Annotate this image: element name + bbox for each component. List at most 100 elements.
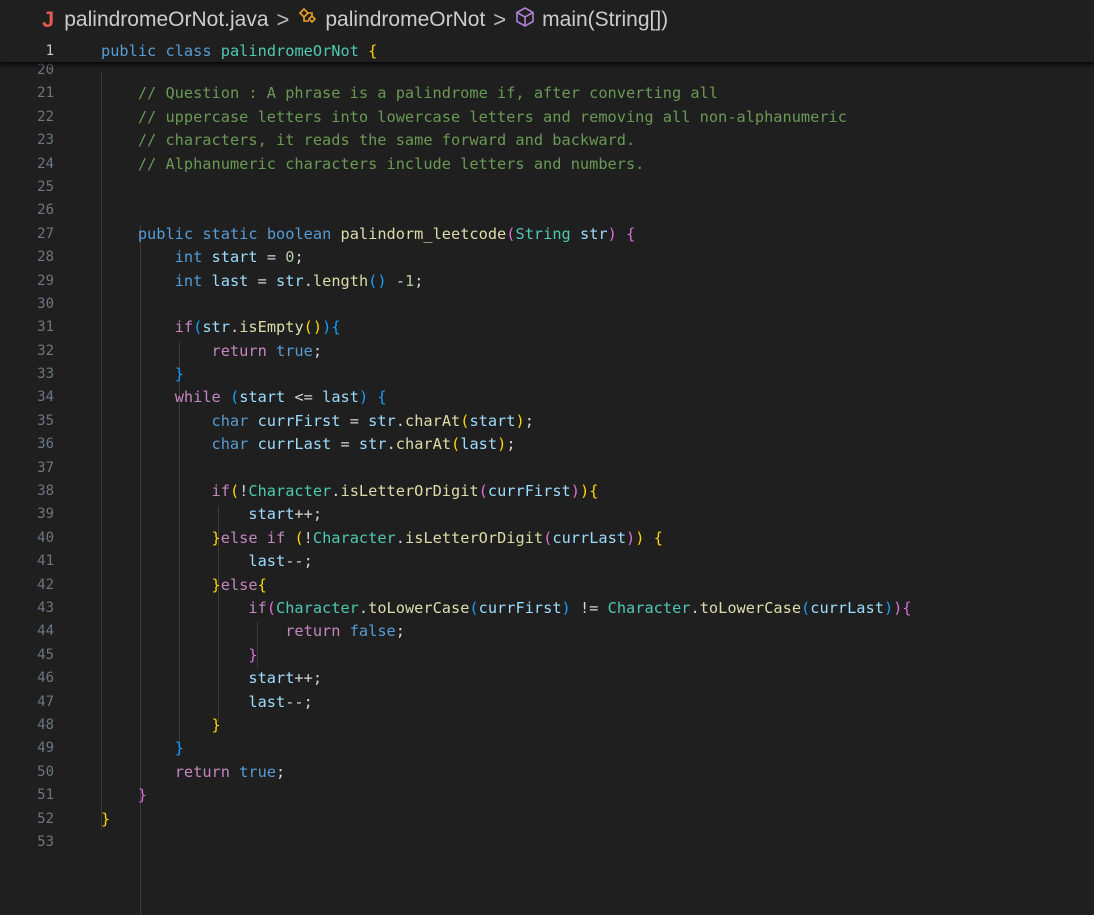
code-line[interactable]: 25 [0,176,1094,199]
code-line[interactable]: 32 return true; [0,340,1094,363]
method-cube-icon [514,6,536,34]
code-text: last--; [248,692,313,711]
code-line[interactable]: 53 [0,831,1094,854]
code-line[interactable]: 41 last--; [0,550,1094,573]
line-number: 47 [37,693,54,710]
code-line[interactable]: 38 if(!Character.isLetterOrDigit(currFir… [0,480,1094,503]
line-number: 52 [37,810,54,827]
code-line[interactable]: 47 last--; [0,691,1094,714]
code-text: // uppercase letters into lowercase lett… [137,107,847,126]
code-line[interactable]: 33 } [0,363,1094,386]
line-number: 50 [37,763,54,780]
code-line[interactable]: 43 if(Character.toLowerCase(currFirst) !… [0,597,1094,620]
line-number: 44 [37,623,54,640]
code-line[interactable]: 31 if(str.isEmpty()){ [0,316,1094,339]
code-text: if(str.isEmpty()){ [174,318,341,337]
line-number: 41 [37,553,54,570]
code-line[interactable]: 40 }else if (!Character.isLetterOrDigit(… [0,527,1094,550]
code-text: while (start <= last) { [174,388,387,407]
line-number: 22 [37,108,54,125]
code-line[interactable]: 50 return true; [0,761,1094,784]
breadcrumb: J palindromeOrNot.java > palindromeOrNot… [0,0,1094,40]
code-editor[interactable]: 20 21 // Question : A phrase is a palindr… [0,59,1094,854]
code-line[interactable]: 30 [0,293,1094,316]
code-text: // Question : A phrase is a palindrome i… [137,84,719,103]
code-line[interactable]: 27 public static boolean palindorm_leetc… [0,223,1094,246]
code-line[interactable]: 48 } [0,714,1094,737]
code-text: start++; [248,669,323,688]
line-number: 45 [37,646,54,663]
breadcrumb-class-label: palindromeOrNot [325,8,486,31]
class-icon [297,7,319,33]
code-text: } [101,809,111,828]
code-text: } [137,786,148,805]
sticky-scroll-header[interactable]: 1 public class palindromeOrNot { [0,40,1094,62]
code-text: } [211,715,221,734]
code-line[interactable]: 23 // characters, it reads the same forw… [0,129,1094,152]
code-line[interactable]: 26 [0,199,1094,222]
line-number: 20 [37,62,54,78]
code-line[interactable]: 37 [0,457,1094,480]
code-text: }else if (!Character.isLetterOrDigit(cur… [211,528,663,547]
code-text: return true; [174,762,286,781]
code-line[interactable]: 20 [0,59,1094,82]
line-number: 27 [37,225,54,242]
code-line[interactable]: 24 // Alphanumeric characters include le… [0,153,1094,176]
code-line[interactable]: 51 } [0,784,1094,807]
line-number: 29 [37,272,54,289]
code-text: } [248,645,258,664]
line-number: 38 [37,483,54,500]
code-text: int last = str.length() -1; [174,271,424,290]
code-line[interactable]: 46 start++; [0,667,1094,690]
line-number: 1 [45,43,54,59]
code-text: return false; [285,622,405,641]
code-line[interactable]: 39 start++; [0,503,1094,526]
code-text: }else{ [211,575,267,594]
code-line[interactable]: 36 char currLast = str.charAt(last); [0,433,1094,456]
code-text: char currFirst = str.charAt(start); [211,411,534,430]
code-line[interactable]: 29 int last = str.length() -1; [0,270,1094,293]
java-file-icon: J [42,7,55,32]
code-line[interactable]: 34 while (start <= last) { [0,386,1094,409]
line-number: 24 [37,155,54,172]
code-line[interactable]: 49 } [0,737,1094,760]
line-number: 30 [37,295,54,312]
sticky-code-line: public class palindromeOrNot { [101,42,378,60]
code-text: start++; [248,505,323,524]
code-text: } [174,365,184,384]
line-number: 43 [37,599,54,616]
code-text: // characters, it reads the same forward… [137,131,636,150]
code-text: last--; [248,552,313,571]
code-line[interactable]: 22 // uppercase letters into lowercase l… [0,106,1094,129]
code-text: // Alphanumeric characters include lette… [137,154,645,173]
line-number: 48 [37,716,54,733]
line-number: 49 [37,740,54,757]
line-number: 37 [37,459,54,476]
code-text: return true; [211,341,323,360]
line-number: 36 [37,436,54,453]
line-number: 46 [37,670,54,687]
code-line[interactable]: 28 int start = 0; [0,246,1094,269]
line-number: 23 [37,132,54,149]
chevron-right-icon: > [493,7,507,32]
line-number: 31 [37,319,54,336]
code-text: if(!Character.isLetterOrDigit(currFirst)… [211,482,599,501]
code-text: char currLast = str.charAt(last); [211,435,516,454]
line-number: 53 [37,833,54,850]
breadcrumb-method[interactable]: main(String[]) [514,6,668,34]
breadcrumb-file[interactable]: palindromeOrNot.java [64,8,268,32]
line-number: 33 [37,366,54,383]
code-line[interactable]: 44 return false; [0,620,1094,643]
code-line[interactable]: 35 char currFirst = str.charAt(start); [0,410,1094,433]
code-line[interactable]: 45 } [0,644,1094,667]
line-number: 26 [37,202,54,219]
breadcrumb-class[interactable]: palindromeOrNot [297,7,485,33]
code-line[interactable]: 52} [0,808,1094,831]
code-text: public static boolean palindorm_leetcode… [137,224,636,243]
line-number: 35 [37,412,54,429]
code-line[interactable]: 21 // Question : A phrase is a palindrom… [0,82,1094,105]
breadcrumb-method-label: main(String[]) [542,8,669,31]
line-number: 21 [37,85,54,102]
code-line[interactable]: 42 }else{ [0,574,1094,597]
line-number: 42 [37,576,54,593]
